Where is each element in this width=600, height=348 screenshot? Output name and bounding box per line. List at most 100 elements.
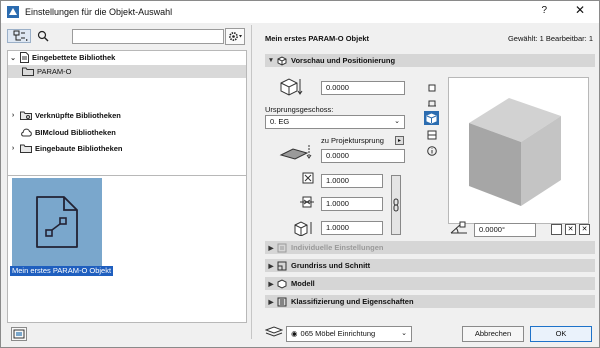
- eye-icon: ◉: [291, 329, 298, 338]
- settings-pane: Mein erstes PARAM-O Objekt Gewählt: 1 Be…: [259, 25, 597, 345]
- tree-item-linked-libraries[interactable]: › Verknüpfte Bibliotheken: [8, 109, 246, 122]
- gear-icon: [228, 32, 242, 41]
- project-origin-icon: [279, 143, 313, 163]
- layer-value: 065 Möbel Einrichtung: [300, 329, 376, 338]
- info-icon[interactable]: [427, 146, 437, 156]
- library-manager-icon: [13, 329, 25, 339]
- tree-item-label: BIMcloud Bibliotheken: [35, 128, 116, 137]
- classification-icon: [277, 297, 287, 307]
- depth-y-icon: [299, 195, 315, 209]
- layer-select[interactable]: ◉ 065 Möbel Einrichtung ⌄: [286, 326, 412, 342]
- section-label: Vorschau und Positionierung: [291, 56, 396, 65]
- section-floor-plan-section[interactable]: ▶ Grundriss und Schnitt: [265, 259, 595, 272]
- home-story-label: Ursprungsgeschoss:: [265, 105, 334, 114]
- chevron-right-icon: ▶: [268, 280, 274, 288]
- origin-toggle-button[interactable]: ▸: [395, 136, 404, 145]
- floor-plan-icon: [277, 261, 287, 271]
- tree-item-label: Eingebaute Bibliotheken: [35, 144, 123, 153]
- ok-button[interactable]: OK: [530, 326, 592, 342]
- library-manager-button[interactable]: [11, 327, 27, 341]
- selection-info: Gewählt: 1 Bearbeitbar: 1: [507, 34, 593, 43]
- 3d-preview[interactable]: [448, 77, 589, 224]
- home-story-select[interactable]: 0. EG ⌄: [265, 115, 405, 129]
- section-individual-settings[interactable]: ▶ Individuelle Einstellungen: [265, 241, 595, 254]
- section-label: Klassifizierung und Eigenschaften: [291, 297, 414, 306]
- object-preview-area: Mein erstes PARAM-O Objekt: [7, 175, 247, 323]
- folder-icon: [20, 144, 32, 153]
- rotation-icon: [449, 221, 469, 235]
- dimension-y-input[interactable]: 1.0000: [321, 197, 383, 211]
- library-tree-icon: [13, 30, 28, 41]
- help-button[interactable]: ?: [541, 5, 547, 16]
- mirror-x-button[interactable]: ✕: [565, 224, 576, 235]
- chevron-right-icon[interactable]: ›: [8, 145, 18, 152]
- library-tree: PARAM-O ⌄ Eingebettete Bibliothek › Verk…: [7, 50, 247, 190]
- param-o-object-icon: [36, 196, 78, 248]
- chevron-down-icon: ⌄: [401, 330, 407, 337]
- library-view-button[interactable]: [7, 29, 31, 43]
- chevron-right-icon[interactable]: ›: [8, 112, 18, 119]
- height-z-icon: [293, 220, 315, 236]
- chain-link-icon: [393, 198, 399, 212]
- project-origin-input[interactable]: 0.0000: [321, 149, 405, 163]
- width-x-icon: [301, 171, 315, 185]
- app-icon: [7, 6, 19, 18]
- folder-icon: [22, 67, 34, 76]
- rotation-input[interactable]: 0.0000°: [474, 223, 536, 237]
- search-button[interactable]: [31, 26, 55, 46]
- bimcloud-icon: [20, 128, 32, 138]
- tree-item-param-o[interactable]: PARAM-O: [8, 65, 246, 78]
- project-origin-label: zu Projektursprung: [321, 136, 384, 145]
- parameters-icon: [277, 243, 287, 253]
- chevron-right-icon: ▶: [268, 262, 274, 270]
- elevation-icon: [279, 75, 305, 97]
- object-thumbnail[interactable]: [12, 178, 102, 266]
- cube-preview-graphic: [469, 98, 561, 206]
- tree-item-label: PARAM-O: [37, 67, 72, 76]
- layer-icon: [265, 326, 283, 338]
- cancel-button[interactable]: Abbrechen: [462, 326, 524, 342]
- close-button[interactable]: ✕: [575, 3, 585, 17]
- model-icon: [277, 278, 287, 289]
- home-story-value: 0. EG: [270, 117, 290, 126]
- view-elevation-icon[interactable]: [427, 130, 437, 140]
- library-pane: PARAM-O ⌄ Eingebettete Bibliothek › Verk…: [7, 25, 247, 345]
- search-input[interactable]: [72, 29, 224, 44]
- dialog-window: Einstellungen für die Objekt-Auswahl ? ✕: [0, 0, 600, 348]
- tree-item-embedded-library[interactable]: ⌄ Eingebettete Bibliothek: [8, 51, 246, 64]
- chevron-down-icon: ▼: [267, 57, 275, 64]
- settings-dropdown[interactable]: [225, 28, 245, 45]
- chevron-right-icon: ▶: [268, 298, 274, 306]
- section-classification[interactable]: ▶ Klassifizierung und Eigenschaften: [265, 295, 595, 308]
- chevron-down-icon: ⌄: [394, 118, 400, 125]
- dimension-z-input[interactable]: 1.0000: [321, 221, 383, 235]
- chevron-right-icon: ▶: [268, 244, 274, 252]
- section-label: Individuelle Einstellungen: [291, 243, 384, 252]
- proportion-lock-button[interactable]: [391, 175, 401, 235]
- view-3d-icon: [426, 112, 437, 124]
- section-label: Modell: [291, 279, 315, 288]
- object-name: Mein erstes PARAM-O Objekt: [265, 34, 370, 43]
- library-toolbar: [7, 25, 247, 47]
- tree-item-label: Verknüpfte Bibliotheken: [35, 111, 121, 120]
- view-plan-icon[interactable]: [427, 83, 437, 93]
- dimension-x-input[interactable]: 1.0000: [321, 174, 383, 188]
- pane-splitter[interactable]: [251, 25, 252, 339]
- object-caption[interactable]: Mein erstes PARAM-O Objekt: [10, 266, 114, 276]
- chevron-down-icon[interactable]: ⌄: [8, 54, 18, 62]
- section-preview-positioning[interactable]: ▼ Vorschau und Positionierung: [265, 54, 595, 67]
- view-side-icon[interactable]: [427, 98, 437, 108]
- tree-item-builtin-libraries[interactable]: › Eingebaute Bibliotheken: [8, 142, 246, 155]
- mirror-toggle-checkbox[interactable]: [551, 224, 562, 235]
- tree-item-bimcloud[interactable]: BIMcloud Bibliotheken: [8, 126, 246, 139]
- section-label: Grundriss und Schnitt: [291, 261, 371, 270]
- mirror-y-button[interactable]: ✕: [579, 224, 590, 235]
- view-3d-button[interactable]: [424, 111, 439, 125]
- linked-library-icon: [20, 111, 32, 120]
- search-icon: [37, 30, 49, 42]
- library-file-icon: [20, 52, 29, 63]
- elevation-input[interactable]: 0.0000: [321, 81, 405, 95]
- tree-item-label: Eingebettete Bibliothek: [32, 53, 116, 62]
- section-model[interactable]: ▶ Modell: [265, 277, 595, 290]
- window-title: Einstellungen für die Objekt-Auswahl: [25, 7, 173, 17]
